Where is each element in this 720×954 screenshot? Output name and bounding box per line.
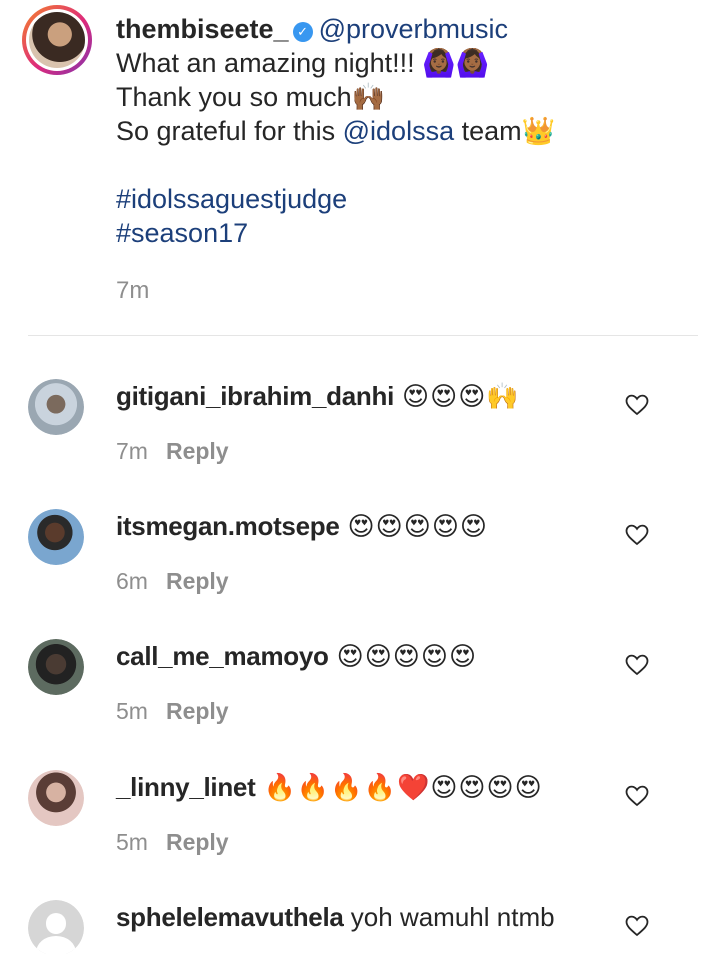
comment-item: itsmegan.motsepe 😍😍😍😍😍 6m Reply [0,500,720,630]
post-caption: thembiseete_ ✓ @proverbmusic What an amazi… [0,0,720,336]
commenter-username[interactable]: _linny_linet [116,772,256,802]
comment-text: 😍😍😍🙌 [402,381,520,411]
post-timestamp: 7m [116,277,150,304]
comment-item: _linny_linet 🔥🔥🔥🔥❤️😍😍😍😍 5m Reply [0,761,720,891]
avatar-image [29,12,85,68]
heart-outline-icon[interactable] [625,915,649,937]
comment-meta: 7m Reply [116,438,229,465]
comment-timestamp: 5m [116,829,148,855]
reply-button[interactable]: Reply [166,829,229,855]
hashtag-link[interactable]: #idolssaguestjudge [116,182,347,216]
caption-text: So grateful for this [116,116,343,146]
comment-item: gitigani_ibrahim_danhi 😍😍😍🙌 7m Reply [0,370,720,500]
commenter-avatar[interactable] [28,379,84,435]
comment-body: _linny_linet 🔥🔥🔥🔥❤️😍😍😍😍 [116,771,543,803]
comment-body: gitigani_ibrahim_danhi 😍😍😍🙌 [116,380,520,412]
comment-timestamp: 6m [116,568,148,594]
comment-text: yoh wamuhl ntmb [350,902,555,932]
commenter-username[interactable]: call_me_mamoyo [116,641,329,671]
mention-link[interactable]: @proverbmusic [319,14,508,44]
commenter-avatar[interactable] [28,639,84,695]
commenter-username[interactable]: itsmegan.motsepe [116,511,340,541]
heart-outline-icon[interactable] [625,785,649,807]
comment-body: sphelelemavuthela yoh wamuhl ntmb [116,901,555,933]
caption-line-2: What an amazing night!!! 🙆🏾‍♀️🙆🏾‍♀️ [116,48,490,78]
heart-outline-icon[interactable] [625,524,649,546]
comment-timestamp: 5m [116,698,148,724]
commenter-avatar[interactable] [28,770,84,826]
reply-button[interactable]: Reply [166,438,229,464]
hashtag-link[interactable]: #season17 [116,216,248,250]
caption-line-4: So grateful for this @idolssa team👑 [116,114,555,148]
commenter-username[interactable]: sphelelemavuthela [116,902,344,932]
comment-item: sphelelemavuthela yoh wamuhl ntmb [0,891,720,954]
comment-meta: 5m Reply [116,698,229,725]
comment-body: itsmegan.motsepe 😍😍😍😍😍 [116,510,488,542]
comment-meta: 6m Reply [116,568,229,595]
comment-timestamp: 7m [116,438,148,464]
reply-button[interactable]: Reply [166,568,229,594]
heart-outline-icon[interactable] [625,394,649,416]
commenter-avatar[interactable] [28,509,84,565]
verified-badge-icon: ✓ [292,22,313,42]
commenter-avatar[interactable] [28,900,84,954]
caption-line-3: Thank you so much🙌🏾 [116,82,386,112]
reply-button[interactable]: Reply [166,698,229,724]
commenter-username[interactable]: gitigani_ibrahim_danhi [116,381,394,411]
divider [28,335,698,336]
heart-outline-icon[interactable] [625,654,649,676]
poster-avatar[interactable] [22,5,92,75]
comment-text: 🔥🔥🔥🔥❤️😍😍😍😍 [263,772,543,802]
comment-body: call_me_mamoyo 😍😍😍😍😍 [116,640,477,672]
caption-text: team👑 [454,116,556,146]
poster-username[interactable]: thembiseete_ [116,14,289,44]
comment-item: call_me_mamoyo 😍😍😍😍😍 5m Reply [0,630,720,760]
comment-meta: 5m Reply [116,829,229,856]
comment-text: 😍😍😍😍😍 [347,511,489,541]
caption-line-1: thembiseete_ ✓ @proverbmusic [116,12,508,46]
mention-link[interactable]: @idolssa [343,116,454,146]
comment-text: 😍😍😍😍😍 [336,641,478,671]
